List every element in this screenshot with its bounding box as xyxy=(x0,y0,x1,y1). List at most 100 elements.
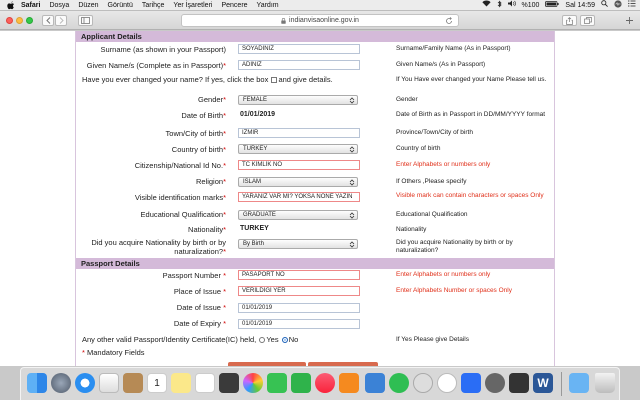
clock[interactable]: Sal 14:59 xyxy=(565,0,595,11)
dob-hint: Date of Birth as in Passport in DD/MM/YY… xyxy=(396,111,546,118)
menu-view[interactable]: Görüntü xyxy=(108,0,133,11)
identification-marks-label: Visible identification marks* xyxy=(134,193,226,202)
notes-icon[interactable] xyxy=(171,373,191,393)
date-of-issue-field[interactable]: 01/01/2019 xyxy=(238,303,360,313)
fullscreen-window-button[interactable] xyxy=(26,17,33,24)
tab-overview-button[interactable] xyxy=(580,15,595,26)
lock-icon xyxy=(281,17,286,24)
trash-icon[interactable] xyxy=(595,373,615,393)
country-hint: Country of birth xyxy=(396,145,441,152)
menu-bookmarks[interactable]: Yer İşaretleri xyxy=(173,0,212,11)
menu-edit[interactable]: Düzen xyxy=(78,0,98,11)
country-label: Country of birth* xyxy=(171,145,226,154)
gender-hint: Gender xyxy=(396,96,418,103)
siri-icon[interactable] xyxy=(614,0,622,12)
acquire-nationality-select[interactable]: By Birth xyxy=(238,239,358,249)
citizenship-field[interactable]: TC KİMLİK NO xyxy=(238,160,360,170)
share-button[interactable] xyxy=(562,15,577,26)
menu-file[interactable]: Dosya xyxy=(49,0,69,11)
select-arrows-icon xyxy=(349,179,355,186)
bluetooth-icon[interactable] xyxy=(497,0,502,12)
surname-field[interactable]: SOYADINIZ xyxy=(238,44,360,54)
word-icon[interactable]: W xyxy=(533,373,553,393)
education-label: Educational Qualification* xyxy=(140,210,226,219)
close-window-button[interactable] xyxy=(6,17,13,24)
applicant-details-header: Applicant Details xyxy=(76,31,554,42)
save-continue-button[interactable] xyxy=(228,362,306,366)
changed-name-hint: If You Have ever changed your Name Pleas… xyxy=(396,76,547,83)
save-exit-button[interactable] xyxy=(308,362,378,366)
music-icon[interactable] xyxy=(315,373,335,393)
chevron-left-icon xyxy=(45,17,50,24)
chevron-right-icon xyxy=(59,17,64,24)
minimize-window-button[interactable] xyxy=(16,17,23,24)
reload-icon[interactable] xyxy=(445,17,453,25)
identification-marks-hint: Visible mark can contain characters or s… xyxy=(396,192,544,199)
new-tab-button[interactable] xyxy=(623,15,635,26)
facetime-icon[interactable] xyxy=(291,373,311,393)
other-passport-no-radio[interactable] xyxy=(281,337,288,344)
battery-percent: %100 xyxy=(521,2,540,9)
acquire-nationality-hint: Did you acquire Nationality by birth or … xyxy=(396,239,513,254)
volume-icon[interactable] xyxy=(507,0,516,11)
passport-number-hint: Enter Alphabets or numbers only xyxy=(396,271,491,278)
town-label: Town/City of birth* xyxy=(165,129,226,138)
chat-icon[interactable] xyxy=(437,373,457,393)
menu-window[interactable]: Pencere xyxy=(221,0,247,11)
battery-icon[interactable] xyxy=(545,0,560,11)
place-of-issue-hint: Enter Alphabets Number or spaces Only xyxy=(396,287,512,294)
nationality-hint: Nationality xyxy=(396,226,427,233)
town-field[interactable]: IZMIR xyxy=(238,128,360,138)
finder-icon[interactable] xyxy=(27,373,47,393)
citizenship-hint: Enter Alphabets or numbers only xyxy=(396,161,491,168)
reminders-icon[interactable] xyxy=(195,373,215,393)
changed-name-checkbox[interactable] xyxy=(271,77,278,84)
photos-icon[interactable] xyxy=(243,373,263,393)
forward-button[interactable] xyxy=(55,15,67,26)
mail-stamp-icon[interactable] xyxy=(99,373,119,393)
page-content: Applicant Details Surname (as shown in y… xyxy=(0,31,640,366)
whatsapp-icon[interactable] xyxy=(389,373,409,393)
activity-monitor-icon[interactable] xyxy=(509,373,529,393)
passport-number-field[interactable]: PASAPORT NO xyxy=(238,270,360,280)
maps-icon[interactable] xyxy=(219,373,239,393)
books-icon[interactable] xyxy=(339,373,359,393)
system-preferences-icon[interactable] xyxy=(485,373,505,393)
country-select[interactable]: TURKEY xyxy=(238,144,358,154)
shazam-icon[interactable] xyxy=(413,373,433,393)
apple-icon[interactable] xyxy=(6,0,15,10)
messages-icon[interactable] xyxy=(267,373,287,393)
back-button[interactable] xyxy=(42,15,54,26)
place-of-issue-field[interactable]: VERİLDİĞİ YER xyxy=(238,286,360,296)
given-name-hint: Given Name/s (As in Passport) xyxy=(396,61,486,68)
other-passport-label: Any other valid Passport/Identity Certif… xyxy=(82,335,299,344)
app-store-icon[interactable] xyxy=(461,373,481,393)
launchpad-icon[interactable] xyxy=(51,373,71,393)
notification-center-icon[interactable] xyxy=(628,0,636,11)
calendar-icon[interactable]: 1 xyxy=(147,373,167,393)
dob-value: 01/01/2019 xyxy=(240,111,276,118)
menu-history[interactable]: Tarihçe xyxy=(142,0,165,11)
mail-icon[interactable] xyxy=(365,373,385,393)
given-name-field[interactable]: ADINIZ xyxy=(238,60,360,70)
education-select[interactable]: GRADUATE xyxy=(238,210,358,220)
date-of-expiry-field[interactable]: 01/01/2019 xyxy=(238,319,360,329)
nationality-label: Nationality* xyxy=(188,225,226,234)
identification-marks-field[interactable]: YARANIZ VAR MI? YOKSA NONE YAZIN xyxy=(238,192,360,202)
contacts-icon[interactable] xyxy=(123,373,143,393)
gender-select[interactable]: FEMALE xyxy=(238,95,358,105)
wifi-icon[interactable] xyxy=(481,0,491,11)
downloads-folder-icon[interactable] xyxy=(569,373,589,393)
place-of-issue-label: Place of Issue * xyxy=(173,287,226,296)
sidebar-icon xyxy=(81,17,90,24)
menu-safari[interactable]: Safari xyxy=(21,0,40,11)
address-bar[interactable]: indianvisaonline.gov.in xyxy=(181,14,459,27)
search-icon[interactable] xyxy=(601,0,608,11)
religion-select[interactable]: ISLAM xyxy=(238,177,358,187)
sidebar-button[interactable] xyxy=(78,15,93,26)
safari-icon[interactable] xyxy=(75,373,95,393)
menu-bar: Safari Dosya Düzen Görüntü Tarihçe Yer İ… xyxy=(0,0,640,11)
other-passport-yes-radio[interactable] xyxy=(259,337,266,344)
menu-help[interactable]: Yardım xyxy=(257,0,279,11)
visa-application-form: Applicant Details Surname (as shown in y… xyxy=(75,31,555,366)
